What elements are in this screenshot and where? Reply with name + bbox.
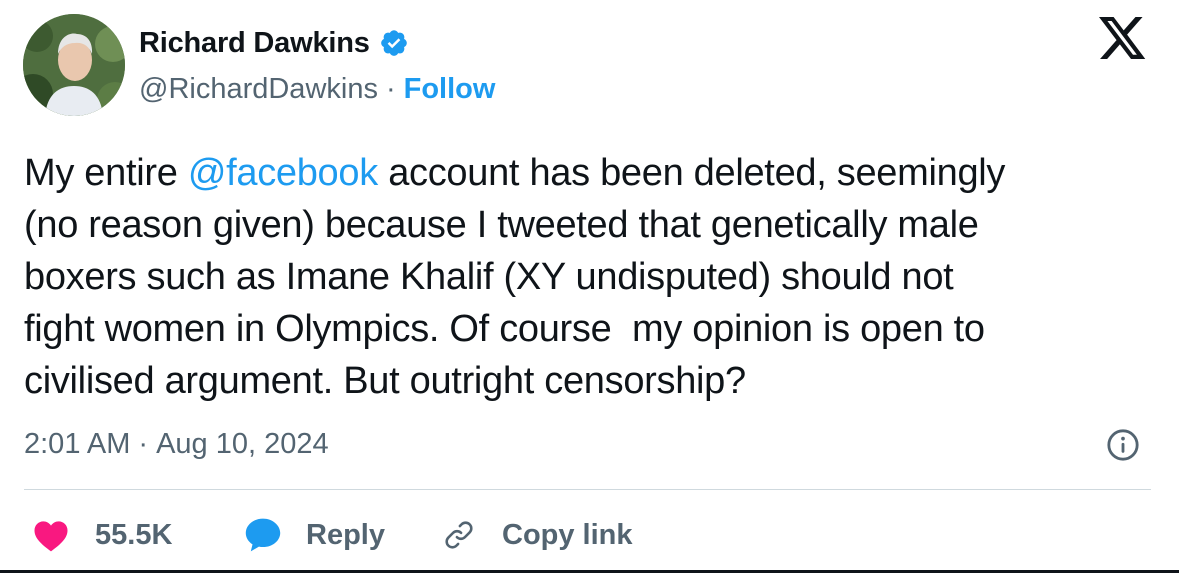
- like-count: 55.5K: [95, 518, 173, 551]
- tweet-date[interactable]: Aug 10, 2024: [156, 428, 329, 461]
- link-icon: [445, 521, 473, 549]
- tweet-time[interactable]: 2:01 AM: [24, 428, 130, 461]
- copy-link-label: Copy link: [502, 518, 633, 551]
- author-handle-row: @RichardDawkins · Follow: [139, 70, 495, 108]
- author-display-name[interactable]: Richard Dawkins: [139, 27, 370, 60]
- heart-icon: [34, 520, 68, 551]
- tweet-text-lead: My entire: [24, 152, 188, 194]
- avatar-photo: [23, 14, 125, 116]
- speech-bubble-icon: [245, 518, 281, 552]
- follow-button[interactable]: Follow: [404, 73, 496, 106]
- verified-badge-icon: [380, 30, 407, 56]
- action-bar: 55.5K Reply Copy link: [0, 510, 1179, 560]
- copy-link-button[interactable]: Copy link: [442, 510, 633, 560]
- facebook-mention-link[interactable]: @facebook: [188, 152, 378, 194]
- author-handle[interactable]: @RichardDawkins: [139, 73, 378, 106]
- timestamp-row: 2:01 AM · Aug 10, 2024: [24, 424, 329, 464]
- like-button[interactable]: 55.5K: [33, 510, 172, 560]
- timestamp-separator: ·: [138, 427, 149, 460]
- avatar[interactable]: [23, 14, 125, 116]
- reply-button[interactable]: Reply: [244, 510, 385, 560]
- separator-dot: ·: [385, 72, 396, 105]
- divider: [24, 489, 1151, 490]
- tweet-text: My entire @facebook account has been del…: [24, 147, 1164, 407]
- x-logo-icon[interactable]: [1099, 17, 1147, 61]
- reply-label: Reply: [306, 518, 385, 551]
- info-icon[interactable]: [1106, 428, 1140, 462]
- author-name-row: Richard Dawkins: [139, 23, 409, 63]
- tweet-card: Richard Dawkins @RichardDawkins · Follow…: [0, 0, 1179, 573]
